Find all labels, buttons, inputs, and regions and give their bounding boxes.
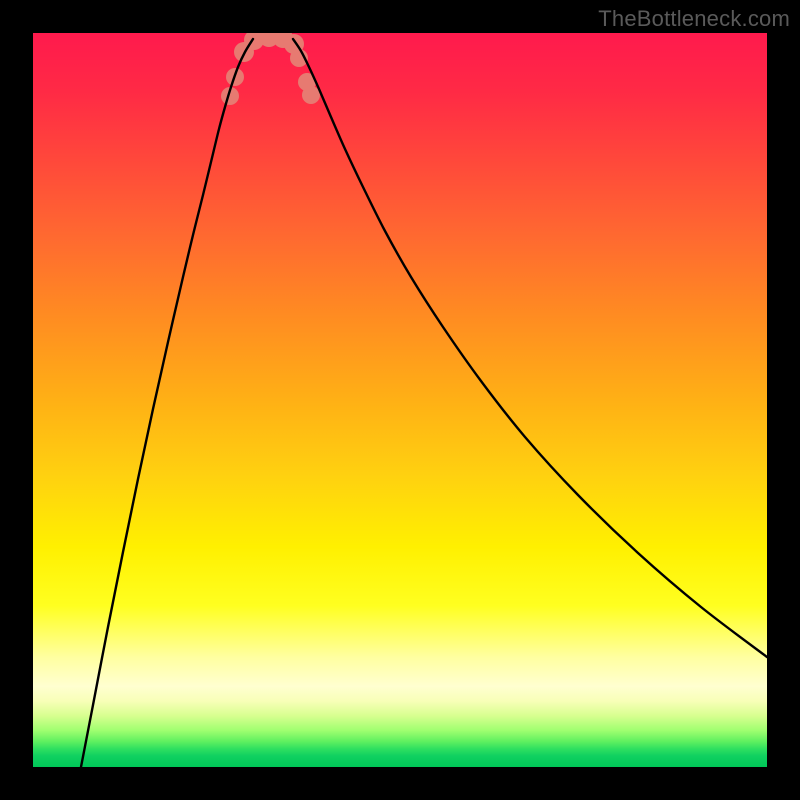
plot-area: [33, 33, 767, 767]
curve-layer: [33, 33, 767, 767]
marker-dot: [302, 86, 320, 104]
curve-right-branch: [293, 39, 767, 657]
chart-frame: TheBottleneck.com: [0, 0, 800, 800]
curve-left-branch: [81, 39, 253, 767]
watermark-text: TheBottleneck.com: [598, 6, 790, 32]
salmon-dots-group: [221, 33, 320, 105]
